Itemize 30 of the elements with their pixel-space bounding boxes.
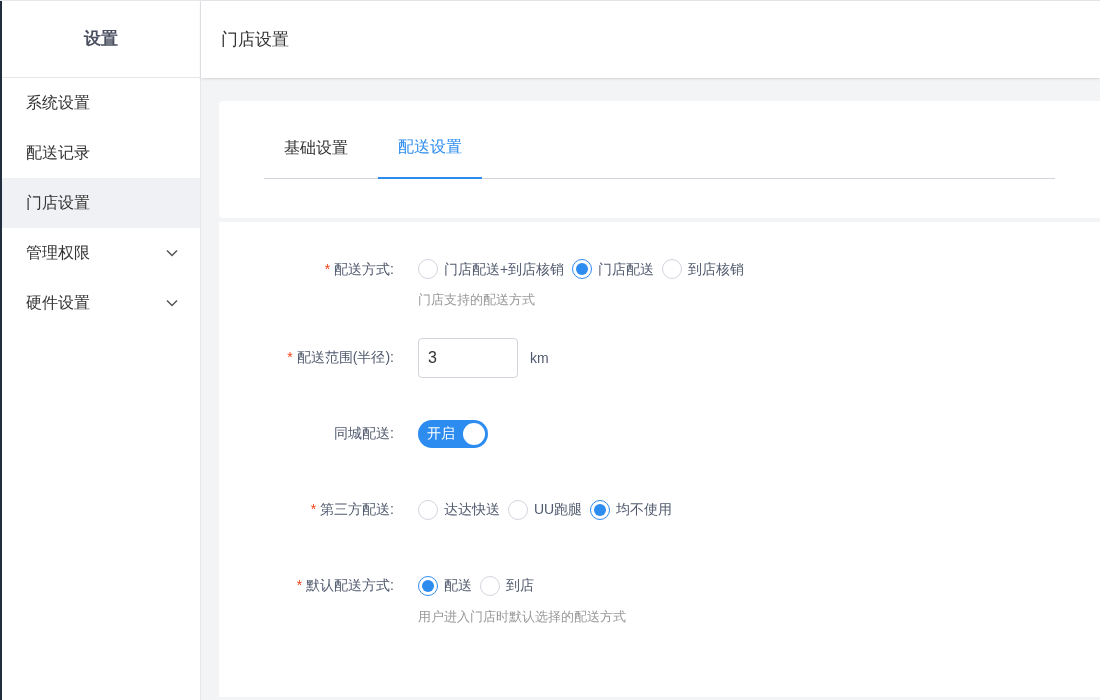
radio-option[interactable]: 到店 xyxy=(480,575,534,596)
sidebar-item[interactable]: 配送记录 xyxy=(2,128,200,178)
radio-option[interactable]: 达达快送 xyxy=(418,499,500,520)
sidebar-item[interactable]: 系统设置 xyxy=(2,78,200,128)
required-asterisk: * xyxy=(310,500,317,519)
sidebar-item[interactable]: 管理权限 xyxy=(2,228,200,278)
radio-option[interactable]: 门店配送+到店核销 xyxy=(418,258,565,280)
page-title: 门店设置 xyxy=(221,28,289,51)
required-asterisk: * xyxy=(324,259,331,279)
required-asterisk: * xyxy=(287,348,293,367)
hint-text: 门店支持的配送方式 xyxy=(418,291,536,309)
sidebar-item[interactable]: 硬件设置 xyxy=(2,278,200,328)
field-label: 配送范围(半径): xyxy=(296,348,394,367)
radio-option[interactable]: 配送 xyxy=(418,575,472,596)
field-label: 默认配送方式: xyxy=(306,576,394,595)
field-label: 配送方式: xyxy=(334,259,394,279)
tab[interactable]: 基础设置 xyxy=(264,117,368,179)
sidebar-item[interactable]: 门店设置 xyxy=(2,178,200,228)
tab[interactable]: 配送设置 xyxy=(378,117,482,179)
radio-option[interactable]: 均不使用 xyxy=(590,499,673,520)
radio-option[interactable]: UU跑腿 xyxy=(508,499,583,520)
unit-label: km xyxy=(530,348,549,368)
required-asterisk: * xyxy=(296,576,303,595)
sidebar-title: 设置 xyxy=(84,28,118,51)
field-label: 同城配送: xyxy=(334,424,394,443)
hint-text: 用户进入门店时默认选择的配送方式 xyxy=(418,607,626,626)
number-input-field[interactable]: 3 xyxy=(418,337,518,378)
field-label: 第三方配送: xyxy=(320,500,394,519)
radio-option[interactable]: 门店配送 xyxy=(572,258,655,280)
radio-option[interactable]: 到店核销 xyxy=(662,258,745,280)
